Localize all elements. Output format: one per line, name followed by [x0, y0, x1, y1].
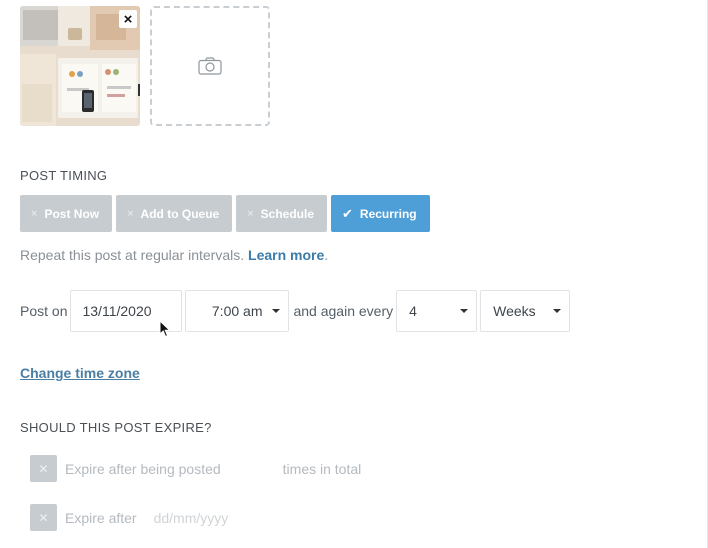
interval-unit-select[interactable]: Weeks — [480, 290, 571, 332]
helper-text-end: . — [324, 247, 329, 263]
expire-date-input[interactable]: dd/mm/yyyy — [154, 510, 229, 526]
uploaded-photo: × — [20, 6, 140, 126]
times-in-total-label: times in total — [282, 460, 362, 477]
post-on-label: Post on — [20, 303, 68, 319]
post-time-value: 7:00 am — [211, 303, 263, 319]
schedule-label: Schedule — [260, 206, 315, 221]
expire-after-date-checkbox[interactable]: ✕ — [30, 504, 57, 531]
expire-after-posts-row: ✕ Expire after being posted times in tot… — [30, 455, 361, 482]
checkmark-icon: ✔ — [342, 205, 353, 221]
expire-heading: SHOULD THIS POST EXPIRE? — [20, 420, 212, 435]
schedule-button[interactable]: × Schedule — [236, 195, 328, 232]
interval-value: 4 — [409, 303, 417, 319]
post-now-button[interactable]: × Post Now — [20, 195, 113, 232]
caret-down-icon — [272, 309, 281, 313]
again-every-label: and again every — [293, 303, 394, 319]
post-now-label: Post Now — [44, 206, 100, 221]
post-timing-heading: POST TIMING — [20, 168, 108, 183]
expire-after-date-row: ✕ Expire after dd/mm/yyyy — [30, 504, 228, 531]
learn-more-link[interactable]: Learn more — [248, 247, 324, 263]
remove-photo-button[interactable]: × — [119, 10, 137, 28]
post-timing-options: × Post Now × Add to Queue × Schedule ✔ R… — [20, 195, 430, 232]
expire-after-posts-label: Expire after being posted — [65, 460, 221, 477]
x-icon: ✕ — [38, 461, 49, 476]
add-photo-dropzone[interactable] — [150, 6, 270, 126]
x-icon: × — [127, 207, 134, 220]
camera-icon — [198, 57, 222, 75]
expire-after-posts-checkbox[interactable]: ✕ — [30, 455, 57, 482]
mouse-pointer-icon — [159, 320, 171, 338]
caret-down-icon — [553, 309, 562, 313]
caret-down-icon — [460, 309, 469, 313]
recurring-helper-text: Repeat this post at regular intervals. L… — [20, 247, 328, 263]
post-time-select[interactable]: 7:00 am — [185, 290, 290, 332]
helper-text-body: Repeat this post at regular intervals. — [20, 247, 249, 263]
change-time-zone-link[interactable]: Change time zone — [20, 365, 140, 381]
recurring-schedule-row: Post on 13/11/2020 7:00 am and again eve… — [20, 290, 571, 332]
recurring-label: Recurring — [359, 206, 417, 221]
interval-select[interactable]: 4 — [396, 290, 478, 332]
add-to-queue-label: Add to Queue — [140, 206, 220, 221]
x-icon: ✕ — [38, 510, 49, 525]
expire-after-date-label: Expire after — [65, 509, 137, 526]
interval-unit-value: Weeks — [493, 303, 536, 319]
x-icon: × — [247, 207, 254, 220]
x-icon: × — [31, 207, 38, 220]
recurring-button[interactable]: ✔ Recurring — [331, 195, 430, 232]
add-to-queue-button[interactable]: × Add to Queue — [116, 195, 233, 232]
post-date-value: 13/11/2020 — [82, 303, 152, 319]
